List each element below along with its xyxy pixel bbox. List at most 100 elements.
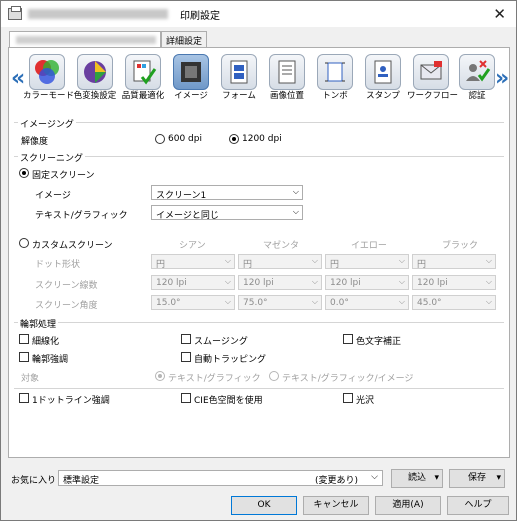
lpi-magenta-select[interactable]: 120 lpi ⌵	[238, 275, 322, 290]
auth-icon	[466, 60, 491, 82]
dpi600-radio[interactable]	[155, 134, 165, 144]
thin-line-checkbox[interactable]	[19, 334, 29, 344]
chevron-down-icon: ⌵	[292, 207, 299, 216]
dpi1200-radio[interactable]	[229, 134, 239, 144]
angle-cyan-select[interactable]: 15.0° ⌵	[151, 295, 235, 310]
edge-emphasis-label: 輪郭強調	[32, 355, 69, 365]
icon-image[interactable]: イメージ	[167, 54, 215, 101]
angle-black-select[interactable]: 45.0° ⌵	[412, 295, 496, 310]
image-label: イメージ	[35, 191, 71, 201]
lpi-cyan-select[interactable]: 120 lpi ⌵	[151, 275, 235, 290]
read-button[interactable]: 読込 ▾	[391, 469, 443, 488]
dot-magenta-select[interactable]: 円 ⌵	[238, 254, 322, 270]
custom-screen-label: カスタムスクリーン	[32, 241, 113, 251]
icon-image-position[interactable]: 画像位置	[263, 54, 311, 101]
smoothing-label: スムージング	[194, 337, 248, 347]
dotline-label: 1ドットライン強調	[32, 396, 110, 406]
target-text-radio[interactable]	[155, 371, 165, 381]
col-magenta: マゼンタ	[263, 241, 300, 251]
options-separator	[14, 388, 504, 389]
stamp-icon	[374, 60, 392, 84]
target-all-radio[interactable]	[269, 371, 279, 381]
outline-group: 輪郭処理	[14, 317, 504, 330]
tab-bar: 詳細設定	[9, 31, 208, 48]
redacted-printer-name	[28, 9, 168, 19]
text-screen-select[interactable]: イメージと同じ ⌵	[151, 205, 303, 221]
image-screen-select[interactable]: スクリーン1 ⌵	[151, 185, 303, 201]
close-icon[interactable]: ✕	[493, 5, 506, 23]
imaging-group: イメージング	[14, 117, 504, 130]
custom-screen-radio[interactable]	[19, 238, 29, 248]
lpi-yellow-select[interactable]: 120 lpi ⌵	[325, 275, 409, 290]
icon-form[interactable]: フォーム	[215, 54, 263, 101]
col-cyan: シアン	[179, 241, 206, 251]
dot-shape-label: ドット形状	[35, 260, 81, 270]
dpi1200-label: 1200 dpi	[242, 134, 282, 144]
icon-color-mode[interactable]: カラーモード	[23, 54, 74, 101]
thin-line-label: 細線化	[32, 337, 60, 347]
dot-yellow-select[interactable]: 円 ⌵	[325, 254, 409, 270]
icon-workflow[interactable]: ワークフロー	[407, 54, 458, 101]
cie-checkbox[interactable]	[181, 393, 191, 403]
function-icon-row: « カラーモード 色変換設定 品質最適化 イメージ フォーム 画像位置 トンボ …	[9, 52, 509, 116]
apply-button[interactable]: 適用(A)	[375, 496, 441, 515]
chevron-down-icon: ⌵	[371, 472, 378, 482]
icon-crop-mark[interactable]: トンボ	[311, 54, 359, 101]
favorites-label: お気に入り	[11, 476, 57, 486]
smoothing-checkbox[interactable]	[181, 334, 191, 344]
lpi-black-select[interactable]: 120 lpi ⌵	[412, 275, 496, 290]
favorites-select[interactable]: 標準設定 (変更あり) ⌵	[58, 470, 383, 486]
icon-auth[interactable]: 認証	[453, 54, 501, 101]
ok-button[interactable]: OK	[231, 496, 297, 515]
screening-group: スクリーニング	[14, 151, 504, 164]
col-yellow: イエロー	[351, 241, 387, 251]
target-label: 対象	[21, 374, 40, 384]
window-title: 印刷設定	[180, 10, 220, 22]
target-text-label: テキスト/グラフィック	[168, 374, 261, 384]
printer-icon	[8, 6, 22, 20]
gloss-label: 光沢	[356, 396, 375, 406]
target-all-label: テキスト/グラフィック/イメージ	[282, 374, 414, 384]
tab-redacted[interactable]	[9, 31, 161, 48]
dot-cyan-select[interactable]: 円 ⌵	[151, 254, 235, 270]
image-icon	[181, 62, 201, 82]
edge-emphasis-checkbox[interactable]	[19, 352, 29, 362]
form-icon	[230, 60, 248, 84]
chevron-down-icon: ▾	[496, 473, 501, 483]
settings-panel: « カラーモード 色変換設定 品質最適化 イメージ フォーム 画像位置 トンボ …	[8, 47, 510, 458]
gloss-checkbox[interactable]	[343, 393, 353, 403]
print-settings-window: 印刷設定 ✕ 詳細設定 « カラーモード 色変換設定 品質最適化 イメージ フォ…	[0, 0, 517, 521]
auto-trapping-checkbox[interactable]	[181, 352, 191, 362]
cie-label: CIE色空間を使用	[194, 396, 263, 406]
chevron-down-icon: ⌵	[292, 187, 299, 196]
color-mode-icon	[35, 60, 59, 84]
text-graphic-label: テキスト/グラフィック	[35, 211, 128, 221]
icon-color-conversion[interactable]: 色変換設定	[71, 54, 119, 101]
color-char-checkbox[interactable]	[343, 334, 353, 344]
chevron-down-icon: ▾	[434, 473, 439, 483]
screen-lines-label: スクリーン線数	[35, 281, 98, 291]
help-button[interactable]: ヘルプ	[447, 496, 509, 515]
screen-angle-label: スクリーン角度	[35, 301, 98, 311]
color-char-label: 色文字補正	[356, 337, 402, 347]
tab-advanced[interactable]: 詳細設定	[161, 31, 208, 48]
save-button[interactable]: 保存 ▾	[449, 469, 505, 488]
dot-black-select[interactable]: 円 ⌵	[412, 254, 496, 270]
icon-quality-optimize[interactable]: 品質最適化	[119, 54, 167, 101]
auto-trapping-label: 自動トラッピング	[194, 355, 267, 365]
angle-yellow-select[interactable]: 0.0° ⌵	[325, 295, 409, 310]
fixed-screen-radio[interactable]	[19, 168, 29, 178]
image-position-icon	[278, 60, 296, 84]
resolution-label: 解像度	[21, 137, 49, 147]
dotline-checkbox[interactable]	[19, 393, 29, 403]
angle-magenta-select[interactable]: 75.0° ⌵	[238, 295, 322, 310]
fixed-screen-label: 固定スクリーン	[32, 171, 95, 181]
cancel-button[interactable]: キャンセル	[303, 496, 369, 515]
dpi600-label: 600 dpi	[168, 134, 202, 144]
color-conversion-icon	[84, 61, 106, 83]
crop-mark-icon	[325, 62, 345, 82]
icon-stamp[interactable]: スタンプ	[359, 54, 407, 101]
title-bar: 印刷設定 ✕	[1, 1, 516, 27]
scroll-right-icon[interactable]: »	[495, 66, 509, 91]
col-black: ブラック	[442, 241, 479, 251]
